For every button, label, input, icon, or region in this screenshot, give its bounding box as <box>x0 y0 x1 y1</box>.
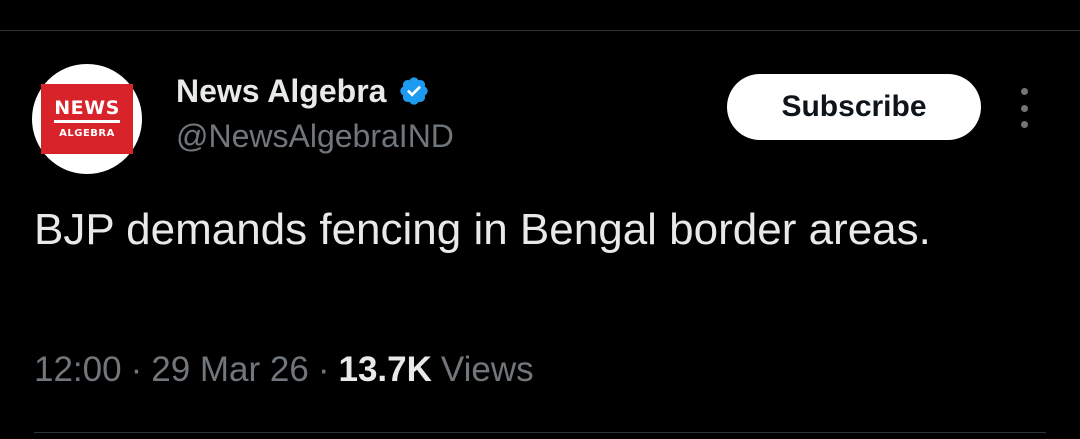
subscribe-button[interactable]: Subscribe <box>727 74 981 140</box>
more-dot <box>1020 104 1028 112</box>
news-algebra-logo: NEWS ALGEBRA <box>41 84 133 154</box>
author-display-name[interactable]: News Algebra <box>176 73 386 110</box>
author-name-row: News Algebra <box>176 70 430 112</box>
tweet-time[interactable]: 12:00 <box>34 350 122 390</box>
tweet-metadata: 12:00 · 29 Mar 26 · 13.7K Views <box>34 350 534 390</box>
logo-text-line2: ALGEBRA <box>59 128 115 139</box>
meta-separator: · <box>130 350 143 389</box>
more-dot <box>1020 121 1028 128</box>
verified-badge-icon[interactable] <box>398 75 430 107</box>
more-vertical-icon[interactable] <box>1012 88 1036 128</box>
tweet-text: BJP demands fencing in Bengal border are… <box>34 205 931 254</box>
tweet-date[interactable]: 29 Mar 26 <box>151 350 309 390</box>
meta-separator: · <box>317 350 330 389</box>
logo-text-line1: NEWS <box>54 99 120 123</box>
author-handle[interactable]: @NewsAlgebraIND <box>176 118 454 155</box>
views-label: Views <box>440 350 534 389</box>
top-divider <box>0 30 1080 31</box>
bottom-divider <box>34 432 1046 433</box>
views-count[interactable]: 13.7K <box>339 350 432 390</box>
avatar[interactable]: NEWS ALGEBRA <box>32 64 142 174</box>
more-dot <box>1020 88 1028 95</box>
